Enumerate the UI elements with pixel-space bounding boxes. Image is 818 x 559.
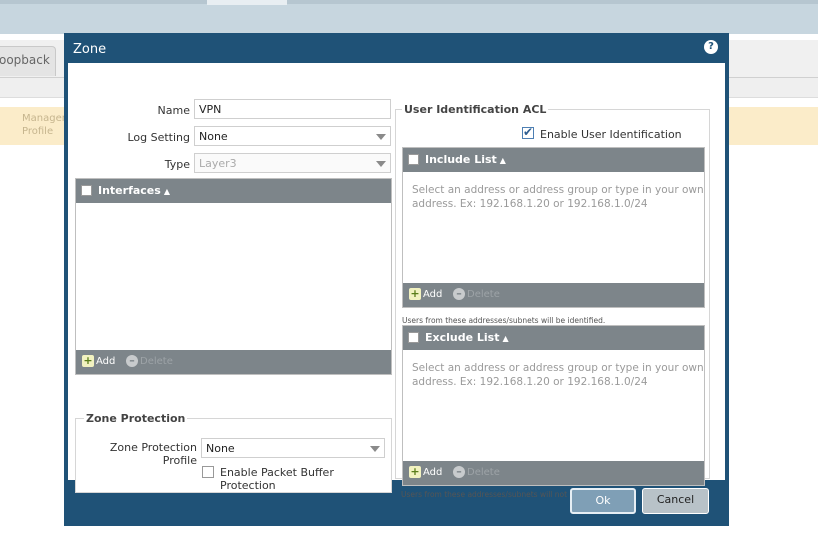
minus-icon: – (453, 288, 465, 300)
app-top-tab-active[interactable] (207, 0, 287, 5)
exclude-list-toolbar: + Add – Delete (403, 461, 704, 485)
include-delete-button: – Delete (453, 288, 500, 300)
include-list-grid: Include List ▲ Select an address or addre… (402, 147, 705, 308)
zone-protection-title: Zone Protection (84, 412, 188, 425)
bg-tab-label: oopback (0, 53, 50, 67)
name-label: Name (157, 104, 190, 117)
packet-buffer-label: Enable Packet Buffer Protection (220, 466, 334, 492)
user-id-acl-title: User Identification ACL (402, 103, 549, 116)
user-id-acl-fieldset: User Identification ACL Enable User Iden… (395, 103, 710, 486)
dialog-body: Name VPN Log Setting None Type Layer3 In… (68, 63, 725, 499)
app-top-tabs (0, 0, 818, 4)
zone-protection-profile-select[interactable]: None (201, 438, 385, 458)
name-value: VPN (199, 103, 222, 116)
include-list-hint[interactable]: Select an address or address group or ty… (412, 183, 704, 211)
exclude-list-grid: Exclude List ▲ Select an address or addre… (402, 325, 705, 486)
include-list-column-header[interactable]: Include List ▲ (425, 153, 506, 166)
include-list-toolbar: + Add – Delete (403, 283, 704, 307)
enable-user-id-label: Enable User Identification (540, 128, 682, 141)
type-label: Type (164, 158, 190, 171)
help-icon[interactable]: ? (704, 40, 718, 54)
plus-icon: + (409, 287, 421, 300)
minus-icon: – (126, 355, 138, 367)
chevron-down-icon (372, 154, 390, 172)
select-all-checkbox[interactable] (81, 185, 92, 196)
type-select: Layer3 (194, 153, 391, 173)
interfaces-grid-toolbar: + Add – Delete (76, 350, 391, 374)
zone-protection-profile-label: Zone Protection Profile (109, 441, 197, 467)
sort-asc-icon: ▲ (163, 187, 170, 196)
include-list-note: Users from these addresses/subnets will … (402, 316, 606, 325)
include-list-header: Include List ▲ (403, 148, 704, 172)
chevron-down-icon (366, 439, 384, 457)
zone-protection-fieldset: Zone Protection Zone Protection Profile … (75, 412, 392, 493)
bg-row-text: Profile (22, 126, 54, 137)
include-add-button[interactable]: + Add (409, 288, 442, 300)
sort-asc-icon: ▲ (499, 156, 506, 165)
interfaces-delete-button: – Delete (126, 355, 173, 367)
plus-icon: + (82, 354, 94, 367)
exclude-add-button[interactable]: + Add (409, 466, 442, 478)
log-setting-select[interactable]: None (194, 126, 391, 146)
exclude-list-column-header[interactable]: Exclude List ▲ (425, 331, 509, 344)
enable-user-id-checkbox[interactable] (522, 125, 534, 139)
select-all-checkbox[interactable] (408, 332, 419, 343)
select-all-checkbox[interactable] (408, 154, 419, 165)
log-setting-value: None (199, 130, 228, 143)
ok-button[interactable]: Ok (570, 488, 636, 514)
type-value: Layer3 (199, 157, 237, 170)
log-setting-label: Log Setting (127, 131, 190, 144)
name-input[interactable]: VPN (194, 99, 391, 119)
exclude-list-header: Exclude List ▲ (403, 326, 704, 350)
cancel-button-label: Cancel (656, 493, 695, 506)
plus-icon: + (409, 465, 421, 478)
bg-tab-loopback[interactable]: oopback (0, 46, 56, 76)
chevron-down-icon (372, 127, 390, 145)
ok-button-label: Ok (595, 494, 611, 507)
exclude-delete-button: – Delete (453, 466, 500, 478)
zone-protection-profile-value: None (206, 442, 235, 455)
exclude-list-hint[interactable]: Select an address or address group or ty… (412, 361, 704, 389)
interfaces-grid-header: Interfaces ▲ (76, 179, 391, 203)
sort-asc-icon: ▲ (502, 334, 509, 343)
zone-dialog: Zone ? Name VPN Log Setting None Type La… (64, 33, 729, 526)
interfaces-column-header[interactable]: Interfaces ▲ (98, 184, 170, 197)
packet-buffer-checkbox[interactable] (202, 466, 214, 478)
interfaces-grid: Interfaces ▲ + Add – Delete (75, 178, 392, 375)
cancel-button[interactable]: Cancel (642, 488, 709, 514)
dialog-title: Zone (73, 42, 107, 57)
minus-icon: – (453, 466, 465, 478)
app-top-bar (0, 0, 818, 34)
interfaces-add-button[interactable]: + Add (82, 355, 115, 367)
